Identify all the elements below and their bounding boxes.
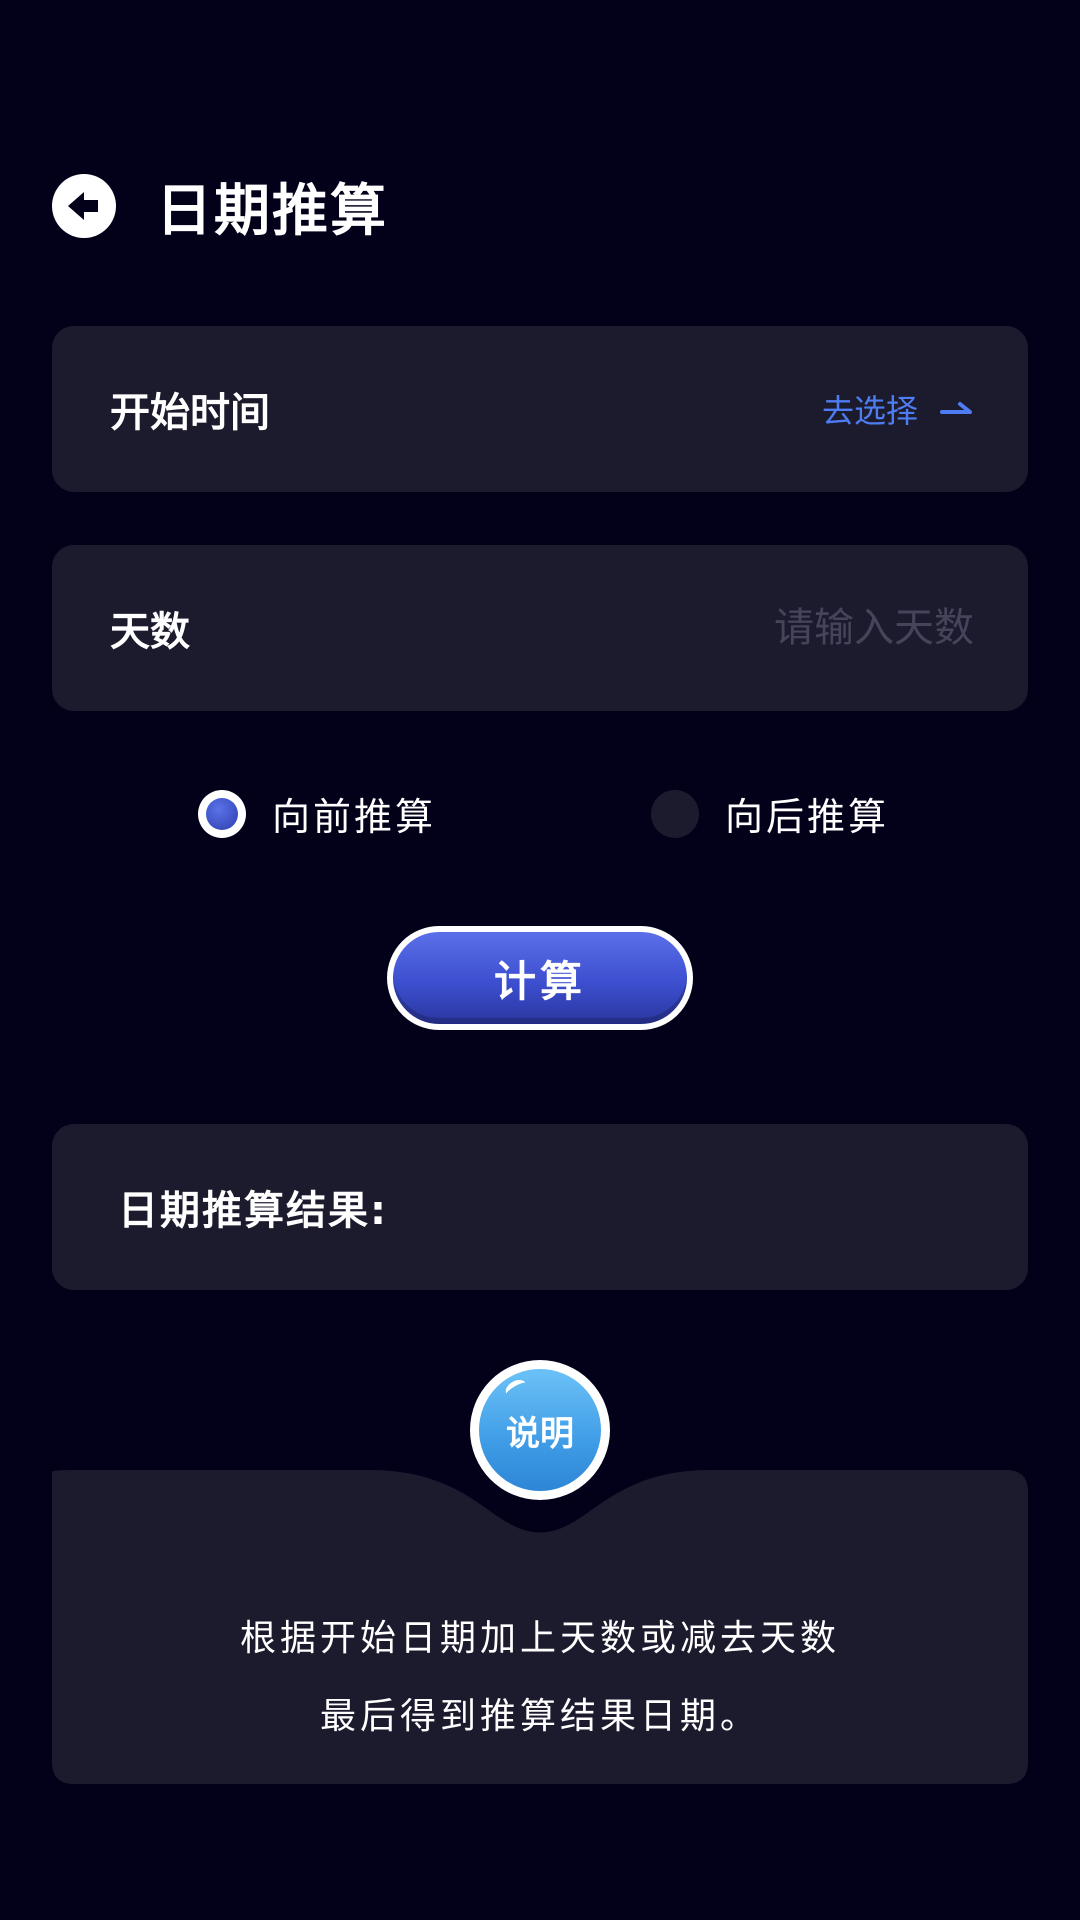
explanation-badge-label: 说明 [506,1413,574,1454]
select-label: 去选择 [821,392,918,430]
days-row: 天数 [52,545,1028,711]
radio-forward-label: 向前推算 [272,795,437,839]
days-input[interactable] [592,604,976,652]
start-time-row[interactable]: 开始时间 去选择 [52,326,1028,492]
calculate-button[interactable]: 计算 [387,926,693,1030]
arrow-right-icon [940,402,972,414]
back-button[interactable] [52,174,116,238]
header: 日期推算 [52,172,388,244]
days-label: 天数 [110,609,190,655]
explanation-text: 根据开始日期加上天数或减去天数 最后得到推算结果日期。 [52,1600,1028,1756]
info-bubble-icon: 说明 [479,1369,601,1491]
radio-checked-icon [198,789,246,838]
explanation-panel: 说明 根据开始日期加上天数或减去天数 最后得到推算结果日期。 [52,1360,1028,1784]
result-label: 日期推算结果: [118,1188,388,1234]
explanation-line: 最后得到推算结果日期。 [319,1696,760,1737]
calculate-button-label: 计算 [493,956,586,1006]
select-start-time-link[interactable]: 去选择 [822,386,976,432]
direction-radio-group: 向前推算 向后推算 [0,786,1080,839]
radio-forward[interactable]: 向前推算 [198,786,436,841]
explanation-line: 根据开始日期加上天数或减去天数 [239,1618,840,1659]
arrow-left-circle-icon [68,192,98,220]
page-title: 日期推算 [156,178,388,244]
explanation-badge: 说明 [470,1360,610,1500]
calculate-button-face: 计算 [393,932,687,1024]
start-time-label: 开始时间 [110,390,270,436]
radio-backward-label: 向后推算 [725,795,890,839]
radio-unchecked-icon [651,789,699,838]
result-card: 日期推算结果: [52,1124,1028,1290]
radio-backward[interactable]: 向后推算 [651,786,889,841]
